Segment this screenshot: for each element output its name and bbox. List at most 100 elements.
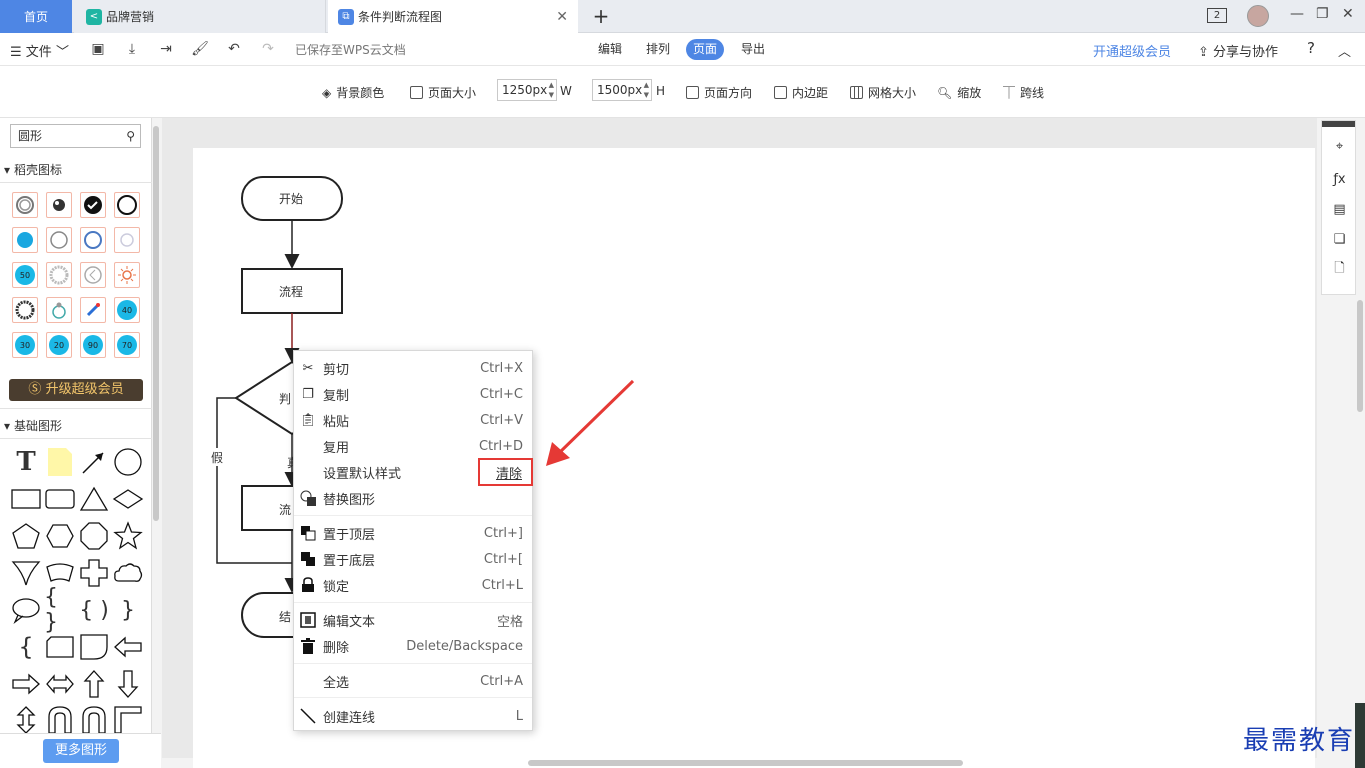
close-window-icon[interactable]: ✕ <box>1342 6 1354 22</box>
funnel-shape-icon[interactable] <box>10 557 42 589</box>
menu-select-all[interactable]: 全选 Ctrl+A <box>294 668 532 694</box>
upgrade-vip-button[interactable]: Ⓢ 升级超级会员 <box>9 379 143 401</box>
left-panel-scrollbar[interactable] <box>152 126 161 526</box>
double-arrow-shape-icon[interactable] <box>44 668 76 700</box>
section-basic-shapes[interactable]: ▾ 基础图形 <box>4 417 62 434</box>
badge-90-icon[interactable]: 90 <box>80 332 106 358</box>
left-arrow-shape-icon[interactable] <box>112 631 144 663</box>
share-button[interactable]: ⇪ 分享与协作 <box>1198 41 1278 60</box>
slides-icon[interactable]: ▤ <box>1331 201 1348 218</box>
shape-search-input[interactable]: 圆形 ⚲ <box>10 124 141 148</box>
width-input[interactable]: 1250px ▲ ▼ <box>497 79 557 101</box>
orientation-button[interactable]: 页面方向 <box>686 84 752 101</box>
download-icon[interactable]: ⤓ <box>122 39 142 59</box>
tab-home[interactable]: 首页 <box>0 0 72 33</box>
blue-ring-icon[interactable] <box>80 227 106 253</box>
star-shape-icon[interactable] <box>112 520 144 552</box>
file-menu[interactable]: ☰ 文件 ﹀ <box>10 41 69 60</box>
menu-delete[interactable]: 删除 Delete/Backspace <box>294 633 532 659</box>
faint-ring-icon[interactable] <box>114 227 140 253</box>
menu-create-connector[interactable]: 创建连线 L <box>294 703 532 729</box>
right-brace-shape-icon[interactable]: } <box>112 594 144 626</box>
menu-cut[interactable]: ✂ 剪切 Ctrl+X <box>294 355 532 381</box>
menu-replace-shape[interactable]: 替换图形 <box>294 485 532 511</box>
padding-button[interactable]: 内边距 <box>774 84 828 101</box>
menu-bring-front[interactable]: 置于顶层 Ctrl+] <box>294 520 532 546</box>
page-size-button[interactable]: 页面大小 <box>410 84 476 101</box>
redo-icon[interactable]: ↷ <box>258 39 278 59</box>
tab-flowchart[interactable]: ⧉ 条件判断流程图 ✕ <box>328 0 578 33</box>
circle-shape-icon[interactable] <box>112 446 144 478</box>
back-circle-icon[interactable] <box>80 262 106 288</box>
u-turn-shape-icon[interactable] <box>44 704 76 736</box>
right-arrow-shape-icon[interactable] <box>10 668 42 700</box>
window-count-badge[interactable]: 2 <box>1207 8 1227 23</box>
circle-outline-icon[interactable] <box>114 192 140 218</box>
grid-size-button[interactable]: 网格大小 <box>850 84 916 101</box>
arrow-line-icon[interactable] <box>78 446 110 478</box>
ring-icon-1[interactable] <box>12 192 38 218</box>
crosshair-icon[interactable]: ⌖ <box>1331 138 1348 155</box>
formula-icon[interactable]: ƒx <box>1331 171 1348 188</box>
badge-70-icon[interactable]: 70 <box>114 332 140 358</box>
save-icon[interactable]: ▣ <box>88 39 108 59</box>
note-shape-icon[interactable] <box>44 446 76 478</box>
rounded-rect-shape-icon[interactable] <box>44 483 76 515</box>
width-spinner-icon[interactable]: ▲ ▼ <box>549 80 554 100</box>
search-icon[interactable]: ⚲ <box>126 125 135 147</box>
person-bulb-icon[interactable] <box>46 297 72 323</box>
collapse-icon[interactable]: ︿ <box>1338 41 1351 60</box>
rectangle-shape-icon[interactable] <box>10 483 42 515</box>
triangle-shape-icon[interactable] <box>78 483 110 515</box>
grey-dotted-ring-icon[interactable] <box>46 262 72 288</box>
delay-shape-icon[interactable] <box>78 631 110 663</box>
left-brace-shape-icon[interactable]: { ) <box>78 594 110 626</box>
octagon-shape-icon[interactable] <box>78 520 110 552</box>
horizontal-scrollbar[interactable] <box>528 760 963 766</box>
undo-icon[interactable]: ↶ <box>224 39 244 59</box>
mode-export[interactable]: 导出 <box>734 39 772 60</box>
ring-icon-2[interactable] <box>46 192 72 218</box>
mode-page[interactable]: 页面 <box>686 39 725 60</box>
brace-left-tall-icon[interactable]: { <box>10 631 42 663</box>
badge-20-icon[interactable]: 20 <box>46 332 72 358</box>
mode-arrange[interactable]: 排列 <box>639 39 677 60</box>
line-jump-button[interactable]: ⏉ 跨线 <box>1003 84 1044 101</box>
tab-brand-marketing[interactable]: < 品牌营销 <box>74 0 326 33</box>
height-input[interactable]: 1500px ▲ ▼ <box>592 79 652 101</box>
document-icon[interactable]: 🗋 <box>1331 261 1348 278</box>
down-arrow-shape-icon[interactable] <box>112 668 144 700</box>
diamond-shape-icon[interactable] <box>112 483 144 515</box>
height-spinner-icon[interactable]: ▲ ▼ <box>644 80 649 100</box>
minimize-icon[interactable]: — <box>1290 6 1304 22</box>
sun-icon[interactable] <box>114 262 140 288</box>
menu-copy[interactable]: ❐ 复制 Ctrl+C <box>294 381 532 407</box>
section-daoke-icons[interactable]: ▾ 稻壳图标 <box>4 161 62 178</box>
card-shape-icon[interactable] <box>44 631 76 663</box>
up-arrow-shape-icon[interactable] <box>78 668 110 700</box>
panel-handle[interactable] <box>1322 121 1355 127</box>
restore-icon[interactable]: ❐ <box>1316 6 1329 22</box>
zoom-button[interactable]: 🔍︎ 缩放 <box>937 84 981 101</box>
hexagon-shape-icon[interactable] <box>44 520 76 552</box>
vertical-scrollbar[interactable] <box>1357 300 1363 412</box>
menu-duplicate[interactable]: 复用 Ctrl+D <box>294 433 532 459</box>
bg-color-button[interactable]: ◈ 背景颜色 <box>322 84 384 101</box>
badge-30-icon[interactable]: 30 <box>12 332 38 358</box>
check-circle-icon[interactable] <box>80 192 106 218</box>
format-painter-icon[interactable]: 🖌 <box>190 39 210 59</box>
grey-ring-icon[interactable] <box>46 227 72 253</box>
blue-circle-icon[interactable] <box>12 227 38 253</box>
avatar[interactable] <box>1247 5 1269 27</box>
pentagon-shape-icon[interactable] <box>10 520 42 552</box>
more-shapes-button[interactable]: 更多图形 <box>43 739 119 763</box>
menu-paste[interactable]: 📋︎ 粘贴 Ctrl+V <box>294 407 532 433</box>
left-scroll-thumb[interactable] <box>153 126 159 521</box>
mode-edit[interactable]: 编辑 <box>591 39 629 60</box>
corner-shape-icon[interactable] <box>112 704 144 736</box>
text-shape-icon[interactable]: T <box>10 446 42 478</box>
gear-ring-icon[interactable] <box>12 297 38 323</box>
new-tab-button[interactable]: + <box>590 4 612 28</box>
menu-send-back[interactable]: 置于底层 Ctrl+[ <box>294 546 532 572</box>
cloud-shape-icon[interactable] <box>112 557 144 589</box>
